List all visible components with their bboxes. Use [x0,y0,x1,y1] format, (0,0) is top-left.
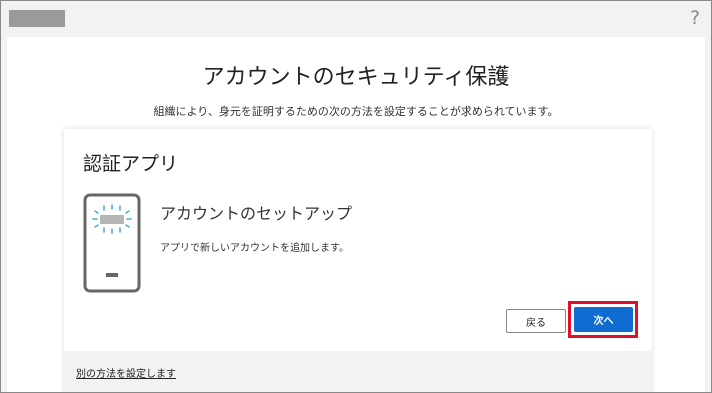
method-description: アプリで新しいアカウントを追加します。 [160,243,349,254]
top-bar: ? [1,1,711,37]
alternate-method-link[interactable]: 別の方法を設定します [76,365,176,380]
help-icon[interactable]: ? [687,7,703,29]
page-content: アカウントのセキュリティ保護 組織により、身元を証明するための次の方法を設定する… [7,37,705,392]
phone-icon [83,193,141,297]
card-footer: 別の方法を設定します [64,351,652,392]
auth-method-card: 認証アプリ アカウントのセットアップ アプリで新しいアカウントを追加します。 戻… [64,129,652,392]
organization-logo [9,10,65,27]
page-title: アカウントのセキュリティ保護 [202,65,510,90]
window-frame: ? アカウントのセキュリティ保護 組織により、身元を証明するための次の方法を設定… [0,0,712,393]
back-button[interactable]: 戻る [506,309,566,333]
method-title: アカウントのセットアップ [160,204,353,223]
card-title: 認証アプリ [83,153,179,175]
page-subtitle: 組織により、身元を証明するための次の方法を設定することが求められています。 [153,105,559,118]
next-button[interactable]: 次へ [574,307,633,332]
